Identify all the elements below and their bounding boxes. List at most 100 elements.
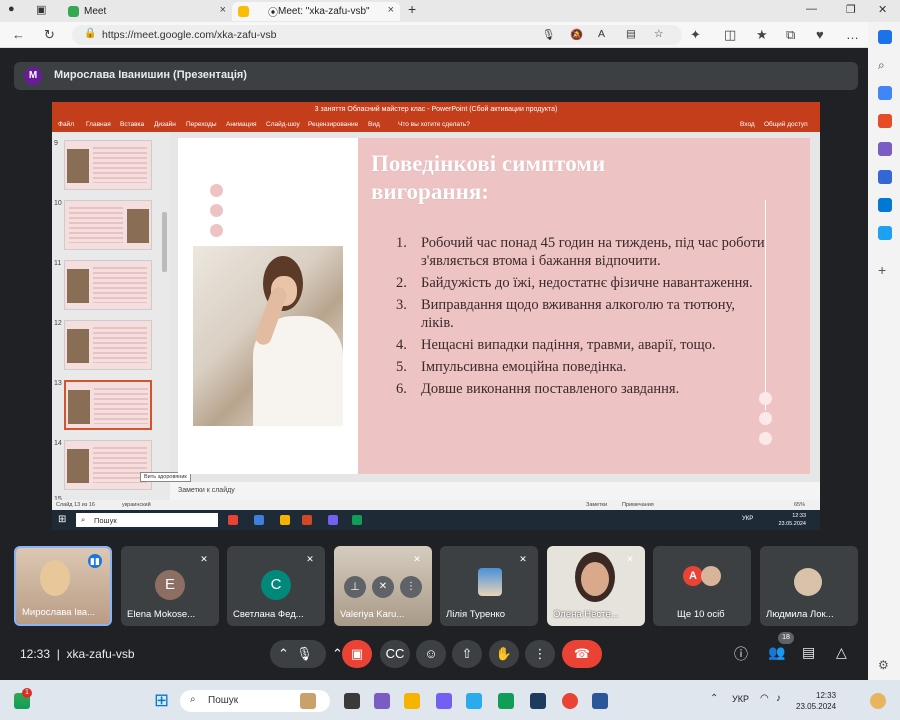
notifications-off-icon[interactable]: 🔕	[570, 28, 583, 41]
people-count-badge: 18	[778, 632, 794, 644]
games-icon[interactable]	[878, 142, 892, 156]
app-available-icon[interactable]: ▤	[626, 28, 636, 40]
profile-icon[interactable]: ●	[8, 3, 15, 15]
more-options-button[interactable]: ⋮	[525, 640, 555, 668]
add-icon[interactable]: +	[878, 262, 892, 278]
chat-icon[interactable]: ▤	[802, 644, 815, 661]
more-participants-tile[interactable]: А Ще 10 осіб	[653, 546, 751, 626]
ppt-title-bar: 3 заняття Обласний майстер клас - PowerP…	[52, 102, 820, 118]
tools-icon[interactable]	[878, 114, 892, 128]
camera-off-button[interactable]: ▣	[342, 640, 372, 668]
wifi-icon[interactable]: ◠	[760, 693, 769, 704]
shopping-icon[interactable]	[878, 86, 892, 100]
tab-meet[interactable]: Meet ×	[62, 2, 232, 21]
copilot-icon[interactable]	[878, 30, 892, 44]
copilot-tray-icon[interactable]	[870, 693, 886, 709]
volume-icon[interactable]: ♪	[776, 693, 781, 704]
participant-photo	[478, 568, 502, 596]
close-tab-icon[interactable]: ×	[388, 4, 394, 16]
slide-thumb	[64, 440, 152, 490]
extensions-icon[interactable]: ✦	[690, 27, 701, 43]
status-notes: Заметки	[586, 502, 608, 508]
more-icon[interactable]: …	[846, 27, 859, 42]
ribbon-tab: Переходы	[186, 121, 217, 128]
mute-participant-icon[interactable]: ✕	[372, 576, 394, 598]
windows-taskbar: 1 ⊞ ⌕ Пошук ⌃ УКР ◠ ♪ 12:33 23.05.2024	[0, 680, 900, 720]
present-button[interactable]: ⇧	[452, 640, 482, 668]
new-tab-icon[interactable]: +	[408, 1, 416, 17]
close-tab-icon[interactable]: ×	[220, 4, 226, 16]
file-explorer-icon[interactable]	[404, 693, 420, 709]
taskbar-clock[interactable]: 12:33 23.05.2024	[796, 690, 836, 712]
browser-essentials-icon[interactable]: ♥	[816, 27, 824, 42]
participant-tile[interactable]: ✕ Лілія Туренко	[440, 546, 538, 626]
recording-icon: ⦿	[268, 8, 278, 19]
close-window-icon[interactable]: ✕	[878, 3, 887, 16]
participant-tile[interactable]: С ✕ Светлана Фед...	[227, 546, 325, 626]
url-text: https://meet.google.com/xka-zafu-vsb	[102, 29, 277, 41]
tab-meet-call[interactable]: ⦿ Meet: "xka-zafu-vsb" ×	[232, 2, 400, 21]
tab-actions-icon[interactable]: ▣	[36, 3, 46, 16]
meeting-info-icon[interactable]: ⓘ	[734, 644, 748, 664]
participant-tile[interactable]: ⊥ ✕ ⋮ ✕ Valeriya Karu...	[334, 546, 432, 626]
participant-tile[interactable]: ✕ Олена Несте...	[547, 546, 645, 626]
office-icon[interactable]	[878, 170, 892, 184]
captions-button[interactable]: CC	[380, 640, 410, 668]
slide-thumb	[64, 140, 152, 190]
split-screen-icon[interactable]: ◫	[724, 27, 736, 43]
lock-icon: 🔒	[84, 28, 97, 39]
mic-icon[interactable]: 🎙	[542, 28, 555, 41]
edge-icon[interactable]	[498, 693, 514, 709]
participant-tile[interactable]: ▮▮ Мирослава Іва...	[14, 546, 112, 626]
participant-name: Мирослава Іва...	[22, 607, 96, 618]
start-icon[interactable]: ⊞	[154, 690, 169, 711]
participant-tile[interactable]: Людмила Лок...	[760, 546, 858, 626]
ribbon-tab: Рецензирование	[308, 121, 359, 128]
participant-tile[interactable]: E ✕ Elena Mokose...	[121, 546, 219, 626]
leave-call-button[interactable]: ☎	[562, 640, 602, 668]
minimize-icon[interactable]: —	[806, 3, 817, 15]
favorite-icon[interactable]: ☆	[654, 28, 663, 40]
chat-app-icon[interactable]	[374, 693, 390, 709]
ribbon-tab: Дизайн	[154, 121, 176, 128]
chrome-icon[interactable]	[562, 693, 578, 709]
emoji-button[interactable]: ☺	[416, 640, 446, 668]
tray-expand-icon[interactable]: ⌃	[710, 693, 726, 709]
participant-name: Светлана Фед...	[233, 609, 304, 620]
store-icon[interactable]	[530, 693, 546, 709]
decor-dot	[759, 432, 772, 445]
participant-name: Ще 10 осіб	[677, 609, 725, 620]
viber-icon[interactable]	[436, 693, 452, 709]
people-icon[interactable]: 👥	[768, 644, 785, 661]
read-aloud-icon[interactable]: A	[598, 28, 605, 40]
mic-off-icon: ✕	[626, 554, 634, 564]
slide-notes: Заметки к слайду	[170, 482, 820, 500]
telegram-icon[interactable]	[466, 693, 482, 709]
reload-icon[interactable]: ↻	[44, 27, 55, 43]
telegram-icon[interactable]	[878, 226, 892, 240]
favorites-bar-icon[interactable]: ★	[756, 27, 768, 43]
mic-button[interactable]: ⌃ 🎙	[270, 640, 326, 668]
more-options-icon[interactable]: ⋮	[400, 576, 422, 598]
outlook-icon[interactable]	[878, 198, 892, 212]
mic-off-icon: ✕	[413, 554, 421, 564]
raise-hand-button[interactable]: ✋	[489, 640, 519, 668]
search-icon[interactable]: ⌕	[878, 58, 892, 72]
task-view-icon[interactable]	[344, 693, 360, 709]
mic-off-icon: ✕	[200, 554, 208, 564]
pin-icon[interactable]: ⊥	[344, 576, 366, 598]
word-icon[interactable]	[592, 693, 608, 709]
slide-thumb	[64, 260, 152, 310]
participant-avatar: А	[683, 566, 703, 586]
back-icon[interactable]: ←	[12, 27, 25, 42]
activities-icon[interactable]: △	[836, 644, 847, 661]
settings-icon[interactable]: ⚙	[878, 658, 892, 672]
url-input[interactable]: 🔒 https://meet.google.com/xka-zafu-vsb 🎙…	[72, 25, 682, 45]
taskbar-lang[interactable]: УКР	[732, 694, 749, 704]
chrome-icon	[228, 515, 238, 525]
collections-icon[interactable]: ⧉	[786, 27, 795, 43]
restore-icon[interactable]: ❐	[846, 3, 856, 16]
participant-avatar: С	[261, 570, 291, 600]
current-slide: Поведінкові симптоми вигорання: 1. Робочи…	[178, 138, 810, 474]
thumbnails-scrollbar	[162, 212, 167, 272]
